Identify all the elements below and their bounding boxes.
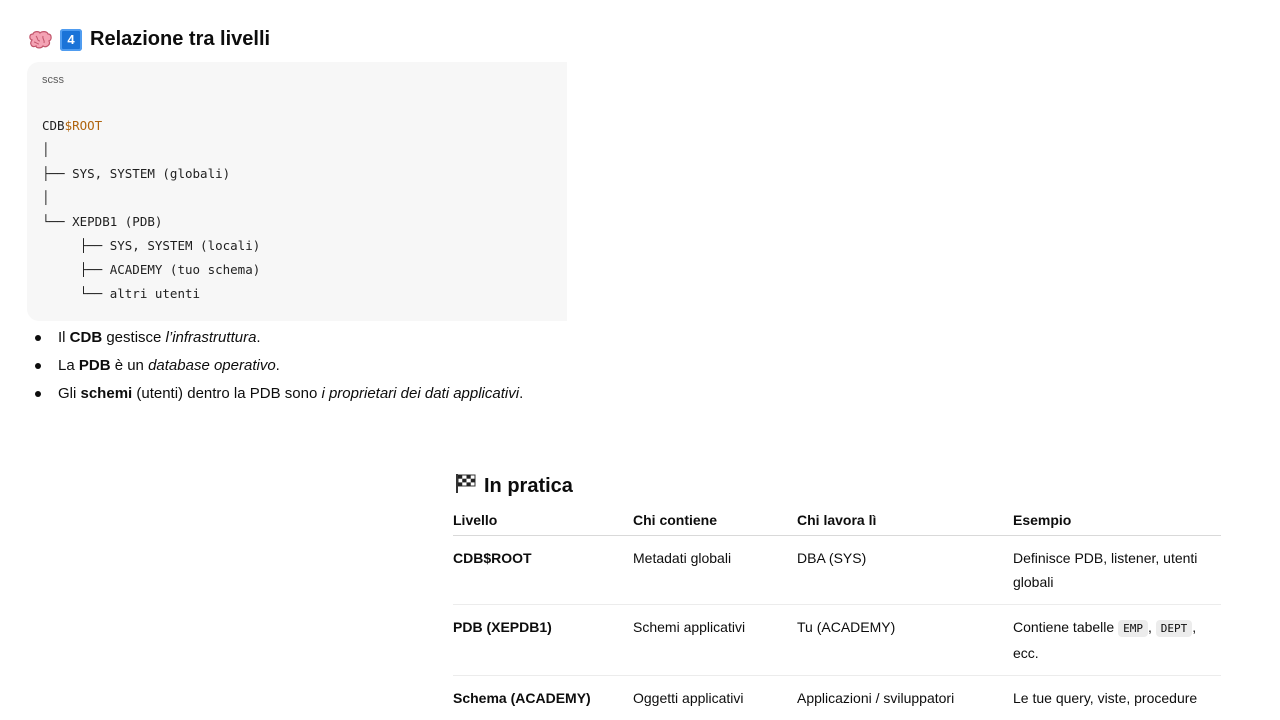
list-item: La PDB è un database operativo.	[30, 352, 523, 380]
code-line: │	[42, 190, 50, 205]
table-cell: Contiene tabelle EMP, DEPT, ecc.	[1013, 604, 1221, 676]
list-item: Gli schemi (utenti) dentro la PDB sono i…	[30, 380, 523, 408]
table-header-row: Livello Chi contiene Chi lavora lì Esemp…	[453, 504, 1221, 536]
levels-table: Livello Chi contiene Chi lavora lì Esemp…	[453, 504, 1221, 720]
table-cell: Applicazioni / sviluppatori	[797, 690, 955, 706]
code-line: ├── SYS, SYSTEM (locali)	[42, 238, 261, 253]
code-line: └── altri utenti	[42, 286, 201, 301]
checkered-flag-icon	[454, 472, 478, 500]
table-cell: Metadati globali	[633, 535, 797, 605]
keycap-number: 4	[60, 28, 82, 51]
table-cell: Le tue query, viste, procedure	[1013, 690, 1198, 706]
code-language-label: scss	[42, 74, 64, 86]
brain-icon	[28, 30, 52, 50]
inline-code: EMP	[1118, 620, 1148, 637]
table-cell: CDB$ROOT	[453, 535, 633, 605]
table-row: PDB (XEPDB1) Schemi applicativi Tu (ACAD…	[453, 604, 1221, 676]
column-header: Livello	[453, 504, 633, 536]
table-cell: Schemi applicativi	[633, 604, 797, 676]
bullet-list: Il CDB gestisce l’infrastruttura. La PDB…	[30, 324, 523, 408]
section-heading-relazione: 4 Relazione tra livelli	[28, 28, 270, 51]
section-title: Relazione tra livelli	[90, 28, 271, 50]
column-header: Chi lavora lì	[797, 504, 1013, 536]
section-title: In pratica	[484, 474, 573, 497]
section-heading-in-pratica: In pratica	[454, 472, 573, 500]
table-cell: Definisce PDB, listener, utenti globali	[1013, 535, 1221, 605]
column-header: Esempio	[1013, 504, 1221, 536]
code-content[interactable]: CDB$ROOT │ ├── SYS, SYSTEM (globali) │ └…	[42, 114, 260, 306]
table-cell: Schema (ACADEMY)	[453, 690, 591, 706]
column-header: Chi contiene	[633, 504, 797, 536]
code-line: CDB$ROOT	[42, 118, 103, 133]
code-accent: $ROOT	[64, 118, 103, 133]
code-line: ├── ACADEMY (tuo schema)	[42, 262, 261, 277]
table-cell: DBA (SYS)	[797, 535, 1013, 605]
table-row: Schema (ACADEMY) Oggetti applicativi App…	[453, 676, 1221, 720]
code-line: ├── SYS, SYSTEM (globali)	[42, 166, 231, 181]
code-block: scss CDB$ROOT │ ├── SYS, SYSTEM (globali…	[27, 62, 567, 321]
inline-code: DEPT	[1155, 620, 1193, 637]
list-item: Il CDB gestisce l’infrastruttura.	[30, 324, 523, 352]
code-line: │	[42, 142, 50, 157]
table-cell: Oggetti applicativi	[633, 690, 744, 706]
table-cell: PDB (XEPDB1)	[453, 604, 633, 676]
code-line: └── XEPDB1 (PDB)	[42, 214, 163, 229]
table-cell: Tu (ACADEMY)	[797, 604, 1013, 676]
table-row: CDB$ROOT Metadati globali DBA (SYS) Defi…	[453, 535, 1221, 605]
